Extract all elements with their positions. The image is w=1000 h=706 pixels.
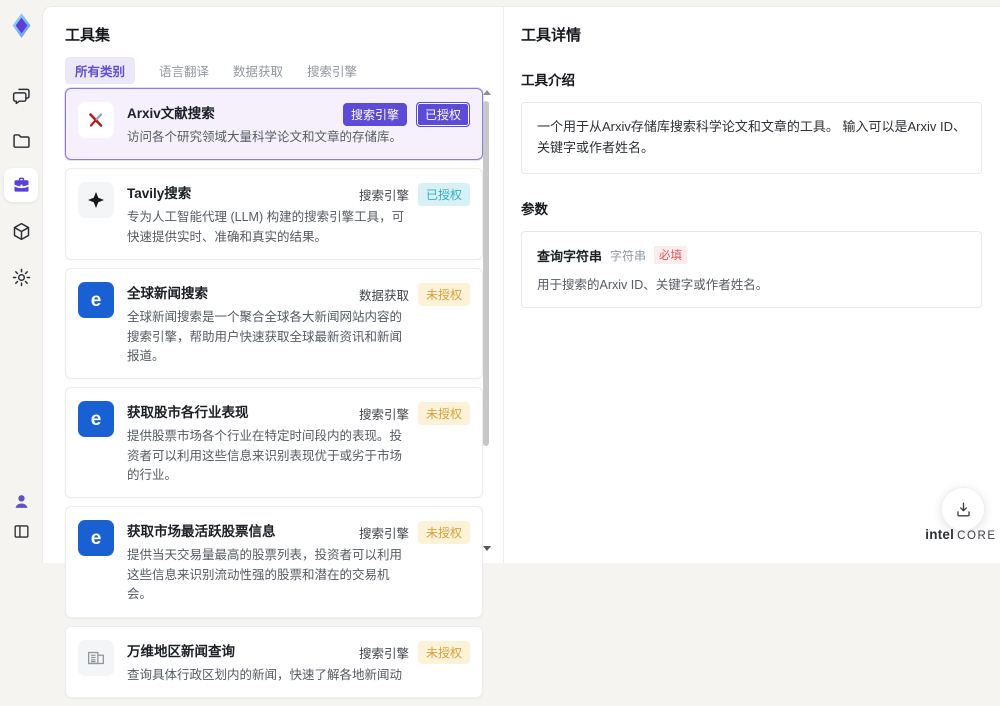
settings-icon [12,268,30,286]
panel-toggle-icon [13,524,29,538]
tool-badges: 搜索引擎 已授权 [342,102,470,127]
tools-list-panel: 工具集 所有类别 语言翻译 数据获取 搜索引擎 Arxiv文献搜索 访问各个研究… [42,0,503,698]
app-window: 工具集 所有类别 语言翻译 数据获取 搜索引擎 Arxiv文献搜索 访问各个研究… [0,0,1000,698]
blue-e-icon: e [78,520,114,557]
blue-e-icon: e [78,282,114,319]
tool-card-sector-performance[interactable]: e 获取股市各行业表现 提供股票市场各个行业在特定时间段内的表现。投资者可以利用… [65,387,483,499]
auth-status-badge: 未授权 [417,521,470,545]
core-brand-text: CORE [957,530,997,542]
tool-card-global-news[interactable]: e 全球新闻搜索 全球新闻搜索是一个聚合全球各大新闻网站内容的搜索引擎，帮助用户… [65,268,483,380]
tool-badges: 搜索引擎 未授权 [359,640,470,665]
sidebar [0,0,42,563]
tool-description: 访问各个研究领域大量科学论文和文章的存储库。 [127,130,403,144]
tool-badges: 数据获取 未授权 [359,282,470,307]
param-box: 查询字符串 字符串 必填 用于搜索的Arxiv ID、关键字或作者姓名。 [521,230,982,308]
tool-description: 查询具体行政区划内的新闻，快速了解各地新闻动 [127,667,403,682]
sidebar-item-chat[interactable] [4,78,38,112]
blue-e-icon: e [78,401,114,438]
intel-core-logo: intel CORE [922,526,1000,544]
sidebar-item-files[interactable] [4,124,38,158]
param-required-badge: 必填 [654,246,688,265]
package-icon [13,222,29,240]
sidebar-user-avatar[interactable] [4,484,38,518]
tool-card-arxiv[interactable]: Arxiv文献搜索 访问各个研究领域大量科学论文和文章的存储库。 搜索引擎 已授… [65,88,483,161]
sidebar-collapse-toggle[interactable] [4,514,38,548]
tool-badges: 搜索引擎 未授权 [359,401,470,426]
tool-badges: 搜索引擎 已授权 [359,182,470,207]
param-name: 查询字符串 [537,248,603,264]
auth-status-badge: 未授权 [417,402,470,426]
category-label: 搜索引擎 [358,408,409,423]
toolbox-icon [14,177,28,192]
intro-heading: 工具介绍 [521,73,575,88]
auth-status-badge: 已授权 [415,102,470,127]
intro-text: 一个用于从Arxiv存储库搜索科学论文和文章的工具。 输入可以是Arxiv ID… [537,119,967,155]
category-label: 搜索引擎 [358,527,409,542]
scroll-up-arrow[interactable] [483,90,491,95]
category-label: 搜索引擎 [358,189,409,204]
params-heading: 参数 [521,201,548,217]
category-label: 搜索引擎 [358,646,409,661]
app-logo[interactable] [4,8,38,42]
tool-card-active-stocks[interactable]: e 获取市场最活跃股票信息 提供当天交易量最高的股票列表，投资者可以利用这些信息… [65,506,483,618]
param-header: 查询字符串 字符串 必填 [537,246,966,265]
tab-all-categories[interactable]: 所有类别 [65,57,136,84]
category-badge: 搜索引擎 [342,103,407,126]
download-button[interactable] [941,487,985,531]
param-description: 用于搜索的Arxiv ID、关键字或作者姓名。 [537,277,769,292]
category-tabs: 所有类别 语言翻译 数据获取 搜索引擎 [65,57,357,84]
details-title: 工具详情 [521,27,582,44]
tab-data-fetch[interactable]: 数据获取 [233,57,283,84]
tool-description: 全球新闻搜索是一个聚合全球各大新闻网站内容的搜索引擎，帮助用户快速获取全球最新资… [127,310,403,363]
auth-status-badge: 未授权 [417,283,470,307]
sidebar-item-packages[interactable] [4,214,38,248]
tool-card-list: Arxiv文献搜索 访问各个研究领域大量科学论文和文章的存储库。 搜索引擎 已授… [65,88,483,706]
avatar-icon [15,494,27,508]
arxiv-x-icon [78,102,114,138]
list-scrollbar[interactable] [482,88,491,563]
tool-description: 提供股票市场各个行业在特定时间段内的表现。投资者可以利用这些信息来识别表现优于或… [127,429,403,482]
tool-description: 提供当天交易量最高的股票列表，投资者可以利用这些信息来识别流动性强的股票和潜在的… [127,548,403,602]
auth-status-badge: 已授权 [417,183,470,207]
scrollbar-thumb[interactable] [483,101,489,446]
chat-icon [12,88,30,104]
tool-card-tavily[interactable]: Tavily搜索 专为人工智能代理 (LLM) 构建的搜索引擎工具，可快速提供实… [65,168,483,261]
logo-diamond-icon [12,12,30,38]
param-type: 字符串 [610,248,647,263]
tab-search-engine[interactable]: 搜索引擎 [307,57,357,84]
auth-status-badge: 未授权 [417,640,470,664]
four-point-star-icon [78,182,114,219]
sidebar-item-settings[interactable] [4,260,38,294]
tool-card-regional-news[interactable]: 万维地区新闻查询 查询具体行政区划内的新闻，快速了解各地新闻动 搜索引擎 未授权 [65,625,483,698]
sidebar-item-toolbox[interactable] [4,168,38,202]
newspaper-icon [78,639,114,676]
intro-box: 一个用于从Arxiv存储库搜索科学论文和文章的工具。 输入可以是Arxiv ID… [521,102,982,174]
tool-description: 专为人工智能代理 (LLM) 构建的搜索引擎工具，可快速提供实时、准确和真实的结… [127,210,405,244]
page-title: 工具集 [65,27,111,44]
download-icon [956,501,970,517]
intel-brand-text: intel [925,527,955,542]
scroll-down-arrow[interactable] [483,546,491,551]
tool-badges: 搜索引擎 未授权 [359,520,470,545]
tool-details-panel: 工具详情 工具介绍 一个用于从Arxiv存储库搜索科学论文和文章的工具。 输入可… [504,0,1000,563]
folder-icon [12,133,30,148]
category-label: 数据获取 [358,289,409,304]
tab-translation[interactable]: 语言翻译 [159,57,209,84]
